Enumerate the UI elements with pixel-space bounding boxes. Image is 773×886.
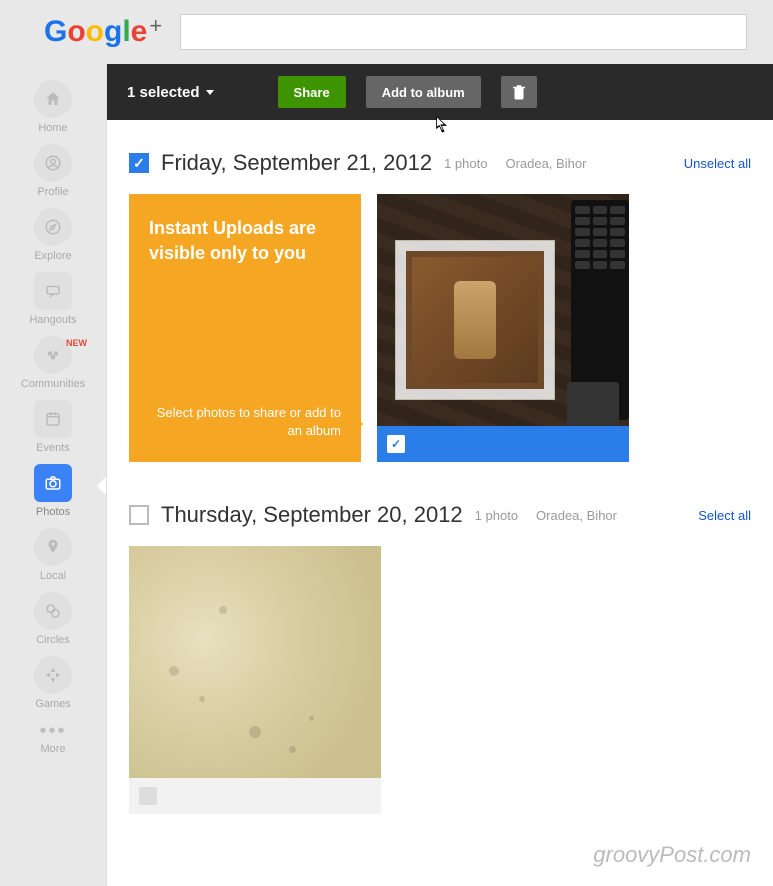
nav-local[interactable]: Local [13, 528, 93, 582]
nav-hangouts[interactable]: Hangouts [13, 272, 93, 326]
date-section: Friday, September 21, 2012 1 photo Orade… [107, 120, 773, 472]
compass-icon [34, 208, 72, 246]
nav-label: Circles [13, 634, 93, 646]
nav-games[interactable]: Games [13, 656, 93, 710]
nav-circles[interactable]: Circles [13, 592, 93, 646]
section-header: Friday, September 21, 2012 1 photo Orade… [129, 150, 751, 176]
info-card-headline: Instant Uploads are visible only to you [149, 216, 341, 266]
photo-count: 1 photo [475, 508, 518, 523]
left-nav: Home Profile Explore Hangouts NEW Comm [0, 64, 106, 886]
games-icon [34, 656, 72, 694]
nav-label: Photos [13, 506, 93, 518]
info-card-subtext: Select photos to share or add to an albu… [149, 404, 341, 440]
nav-home[interactable]: Home [13, 80, 93, 134]
date-section: Thursday, September 20, 2012 1 photo Ora… [107, 472, 773, 824]
nav-explore[interactable]: Explore [13, 208, 93, 262]
search-input[interactable] [180, 14, 747, 50]
photo-select-tray[interactable]: ✓ [129, 778, 381, 814]
top-bar: Google+ [0, 0, 773, 64]
section-title: Friday, September 21, 2012 [161, 150, 432, 176]
chat-icon [34, 272, 72, 310]
photo-thumbnail[interactable]: ✓ [129, 546, 381, 814]
share-button[interactable]: Share [278, 76, 346, 108]
cursor-icon [435, 115, 449, 135]
photo-select-tray[interactable]: ✓ [377, 426, 629, 462]
main-content: 1 selected Share Add to album Friday, Se… [106, 64, 773, 886]
nav-label: Hangouts [13, 314, 93, 326]
nav-events[interactable]: Events [13, 400, 93, 454]
unselect-all-link[interactable]: Unselect all [684, 156, 751, 171]
section-checkbox[interactable] [129, 153, 149, 173]
delete-button[interactable] [501, 76, 537, 108]
nav-label: Games [13, 698, 93, 710]
camera-icon [34, 464, 72, 502]
nav-photos[interactable]: Photos [13, 464, 93, 518]
location-label: Oradea, Bihor [536, 508, 617, 523]
profile-icon [34, 144, 72, 182]
nav-label: Profile [13, 186, 93, 198]
photo-image [129, 546, 381, 778]
watermark-text: groovyPost.com [593, 842, 751, 868]
photo-thumbnail[interactable]: ✓ [377, 194, 629, 462]
location-label: Oradea, Bihor [505, 156, 586, 171]
check-icon: ✓ [139, 787, 157, 805]
circles-icon [34, 592, 72, 630]
section-title: Thursday, September 20, 2012 [161, 502, 463, 528]
nav-label: Home [13, 122, 93, 134]
more-icon: ••• [13, 720, 93, 743]
home-icon [34, 80, 72, 118]
add-to-album-button[interactable]: Add to album [366, 76, 481, 108]
nav-communities[interactable]: NEW Communities [13, 336, 93, 390]
section-checkbox[interactable] [129, 505, 149, 525]
check-icon: ✓ [387, 435, 405, 453]
photo-image [377, 194, 629, 426]
nav-more[interactable]: ••• More [13, 720, 93, 755]
nav-label: Communities [13, 378, 93, 390]
nav-label: More [13, 743, 93, 755]
google-plus-logo[interactable]: Google+ [44, 15, 162, 49]
trash-icon [510, 83, 528, 101]
select-all-link[interactable]: Select all [698, 508, 751, 523]
photo-count: 1 photo [444, 156, 487, 171]
chevron-down-icon [206, 90, 214, 95]
pin-icon [34, 528, 72, 566]
instant-uploads-info-card: Instant Uploads are visible only to you … [129, 194, 361, 462]
selection-count-label: 1 selected [127, 84, 200, 101]
nav-profile[interactable]: Profile [13, 144, 93, 198]
calendar-icon [34, 400, 72, 438]
selection-toolbar: 1 selected Share Add to album [107, 64, 773, 120]
nav-label: Explore [13, 250, 93, 262]
section-header: Thursday, September 20, 2012 1 photo Ora… [129, 502, 751, 528]
nav-label: Events [13, 442, 93, 454]
new-badge: NEW [66, 338, 87, 348]
selection-count-dropdown[interactable]: 1 selected [127, 84, 214, 101]
nav-label: Local [13, 570, 93, 582]
